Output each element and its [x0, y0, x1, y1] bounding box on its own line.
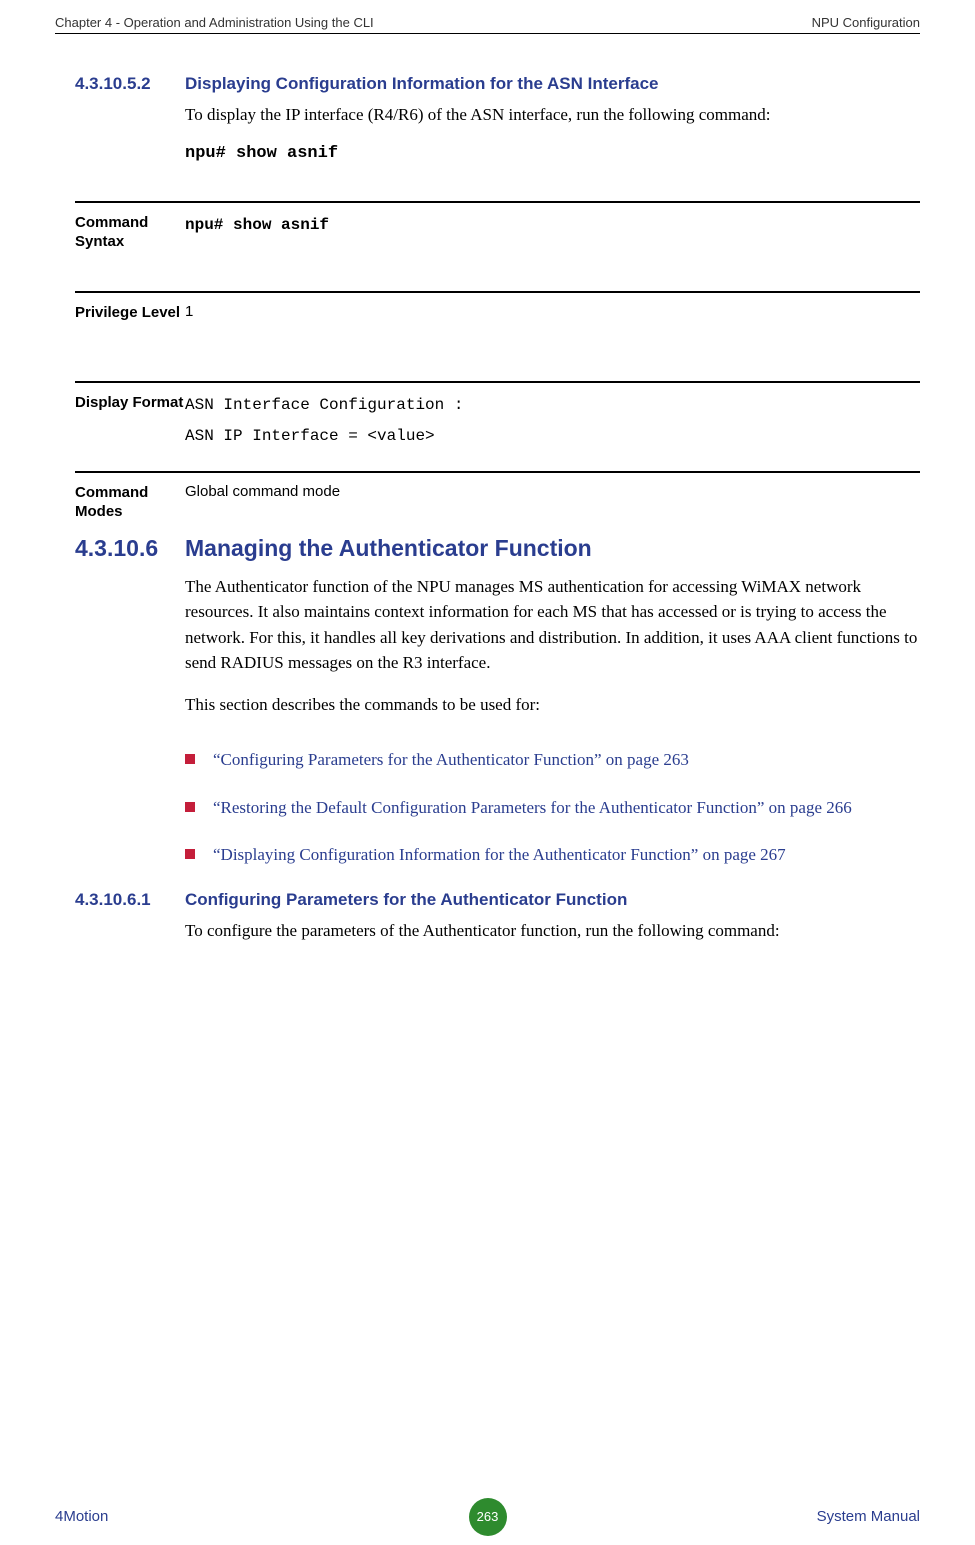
list-item: “Displaying Configuration Information fo… — [185, 842, 920, 868]
page-header: Chapter 4 - Operation and Administration… — [55, 15, 920, 34]
definition-command-syntax: Command Syntax npu# show asnif — [75, 201, 920, 273]
page-number: 263 — [477, 1509, 499, 1524]
bullet-list: “Configuring Parameters for the Authenti… — [185, 747, 920, 868]
bullet-link[interactable]: “Displaying Configuration Information fo… — [213, 842, 786, 868]
bullet-link[interactable]: “Restoring the Default Configuration Par… — [213, 795, 852, 821]
section-number: 4.3.10.6 — [75, 535, 185, 734]
section-number: 4.3.10.5.2 — [75, 74, 185, 183]
header-chapter: Chapter 4 - Operation and Administration… — [55, 15, 374, 30]
content-area: 4.3.10.5.2 Displaying Configuration Info… — [75, 74, 920, 959]
definition-privilege-level: Privilege Level 1 — [75, 291, 920, 363]
list-item: “Restoring the Default Configuration Par… — [185, 795, 920, 821]
display-format-line2: ASN IP Interface = <value> — [185, 424, 920, 450]
definition-command-modes: Command Modes Global command mode — [75, 471, 920, 523]
section-command: npu# show asnif — [185, 144, 920, 163]
def-value: npu# show asnif — [185, 213, 920, 273]
section-4-3-10-6-1: 4.3.10.6.1 Configuring Parameters for th… — [75, 890, 920, 960]
page-number-badge: 263 — [469, 1498, 507, 1536]
section-4-3-10-6: 4.3.10.6 Managing the Authenticator Func… — [75, 535, 920, 734]
bullet-icon — [185, 802, 195, 812]
def-label: Command Syntax — [75, 213, 185, 273]
section-intro: To display the IP interface (R4/R6) of t… — [185, 102, 920, 128]
section-intro: To configure the parameters of the Authe… — [185, 918, 920, 944]
def-label: Privilege Level — [75, 303, 185, 363]
section-para1: The Authenticator function of the NPU ma… — [185, 574, 920, 676]
footer-left: 4Motion — [55, 1508, 108, 1525]
section-number: 4.3.10.6.1 — [75, 890, 185, 960]
definition-display-format: Display Format ASN Interface Configurati… — [75, 381, 920, 453]
def-value: Global command mode — [185, 483, 920, 523]
page-footer: 4Motion 263 System Manual — [55, 1508, 920, 1525]
def-label: Display Format — [75, 393, 185, 453]
section-title: Displaying Configuration Information for… — [185, 74, 920, 94]
section-title: Managing the Authenticator Function — [185, 535, 920, 562]
header-topic: NPU Configuration — [812, 15, 920, 30]
display-format-line1: ASN Interface Configuration : — [185, 393, 920, 419]
section-title: Configuring Parameters for the Authentic… — [185, 890, 920, 910]
def-label: Command Modes — [75, 483, 185, 523]
section-para2: This section describes the commands to b… — [185, 692, 920, 718]
footer-right: System Manual — [817, 1508, 920, 1525]
def-value: ASN Interface Configuration : ASN IP Int… — [185, 393, 920, 453]
bullet-link[interactable]: “Configuring Parameters for the Authenti… — [213, 747, 689, 773]
section-4-3-10-5-2: 4.3.10.5.2 Displaying Configuration Info… — [75, 74, 920, 183]
list-item: “Configuring Parameters for the Authenti… — [185, 747, 920, 773]
bullet-icon — [185, 849, 195, 859]
def-value: 1 — [185, 303, 920, 363]
bullet-icon — [185, 754, 195, 764]
